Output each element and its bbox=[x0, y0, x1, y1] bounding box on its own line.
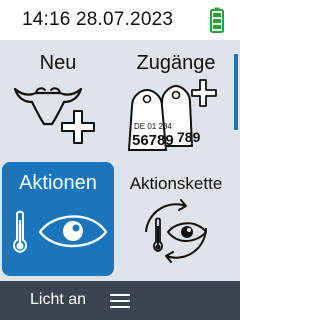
ear-tags-plus-icon: 789 DE 01 234 56789 bbox=[127, 79, 217, 151]
ear-tag-back-number: 789 bbox=[177, 129, 201, 145]
ear-tag-front-number: 56789 bbox=[132, 132, 174, 149]
thermometer-eye-icon bbox=[13, 210, 108, 254]
status-time-date: 14:16 28.07.2023 bbox=[22, 9, 174, 30]
ear-tag-front-line1: DE 01 234 bbox=[134, 122, 172, 131]
tile-neu[interactable]: Neu bbox=[2, 46, 114, 160]
tile-zugaenge[interactable]: Zugänge 789 DE 01 234 56789 bbox=[120, 46, 232, 160]
bottom-bar: Licht an bbox=[0, 281, 240, 320]
light-toggle-button[interactable]: Licht an bbox=[30, 291, 86, 309]
status-bar: 14:16 28.07.2023 bbox=[0, 0, 240, 40]
tile-aktionskette[interactable]: Aktionskette bbox=[120, 162, 232, 276]
menu-icon[interactable] bbox=[110, 293, 130, 309]
battery-full-icon bbox=[210, 7, 224, 33]
tile-aktionen[interactable]: Aktionen bbox=[2, 162, 114, 276]
thermometer-eye-cycle-icon bbox=[145, 199, 207, 263]
cow-plus-icon bbox=[13, 87, 95, 144]
scroll-indicator[interactable] bbox=[234, 54, 238, 130]
menu-grid: Neu Zugänge 789 DE 01 234 56789 Aktionen bbox=[0, 40, 240, 281]
